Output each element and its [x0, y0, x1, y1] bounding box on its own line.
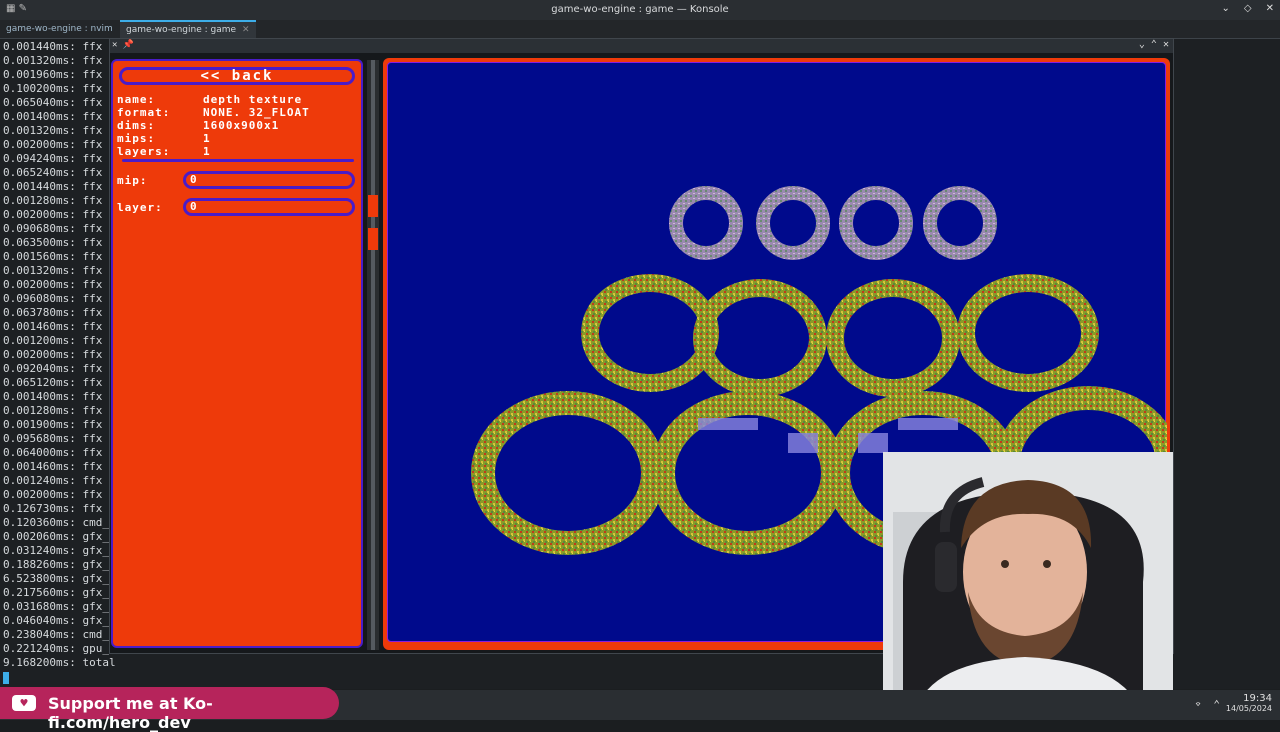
minimize-icon[interactable]: ⌄ — [1222, 3, 1230, 14]
expand-tray-icon[interactable]: ⌃ — [1213, 698, 1220, 711]
terminal-line: 0.002000ms: ffx — [3, 348, 103, 361]
terminal-line: 0.221240ms: gpu_ — [3, 642, 109, 655]
terminal-line: 9.168200ms: total — [3, 656, 116, 669]
terminal-line: 0.065240ms: ffx — [3, 166, 103, 179]
terminal-line: 0.095680ms: ffx — [3, 432, 103, 445]
clock[interactable]: 19:34 14/05/2024 — [1226, 694, 1272, 714]
terminal-line: 0.001900ms: ffx — [3, 418, 103, 431]
terminal-cursor — [3, 672, 9, 684]
clock-time: 19:34 — [1243, 693, 1272, 704]
panel-splitter[interactable] — [367, 60, 379, 650]
system-tray-icons: ⌔ ⌃ — [1195, 698, 1220, 711]
terminal-line: 0.063500ms: ffx — [3, 236, 103, 249]
terminal-line: 0.065120ms: ffx — [3, 376, 103, 389]
layer-input[interactable]: 0 — [183, 198, 355, 216]
info-name: name: depth texture — [117, 93, 303, 106]
terminal-line: 0.002000ms: ffx — [3, 488, 103, 501]
info-layers: layers: 1 — [117, 145, 211, 158]
terminal-line: 0.065040ms: ffx — [3, 96, 103, 109]
terminal-line: 0.001240ms: ffx — [3, 474, 103, 487]
terminal-line: 0.001440ms: ffx — [3, 40, 103, 53]
splitter-marker — [368, 195, 378, 217]
terminal-line: 0.031680ms: gfx_ — [3, 600, 109, 613]
mip-label: mip: — [117, 174, 148, 187]
terminal-line: 0.094240ms: ffx — [3, 152, 103, 165]
texture-debug-panel: << back name: depth texture format: NONE. … — [111, 59, 363, 648]
terminal-line: 0.002000ms: ffx — [3, 208, 103, 221]
konsole-titlebar: ▦ ✎ game-wo-engine : game — Konsole ⌄ ◇ … — [0, 0, 1280, 20]
terminal-line: 0.001960ms: ffx — [3, 68, 103, 81]
close-icon[interactable]: ✕ — [1266, 3, 1274, 14]
terminal-line: 0.217560ms: gfx_ — [3, 586, 109, 599]
terminal-line: 0.001560ms: ffx — [3, 250, 103, 263]
close-tab-icon[interactable]: ✕ — [242, 25, 250, 35]
back-button[interactable]: << back — [119, 67, 355, 85]
game-window-controls[interactable]: ⌄ ⌃ ✕ — [1139, 39, 1169, 50]
terminal-line: 0.002000ms: ffx — [3, 138, 103, 151]
tab-game[interactable]: game-wo-engine : game ✕ — [120, 20, 256, 38]
webcam-overlay — [883, 452, 1173, 720]
close-pin-icons[interactable]: ✕ 📌 — [112, 40, 134, 50]
terminal-line: 0.001320ms: ffx — [3, 54, 103, 67]
info-dims: dims: 1600x900x1 — [117, 119, 280, 132]
terminal-line: 0.001460ms: ffx — [3, 460, 103, 473]
terminal-line: 0.064000ms: ffx — [3, 446, 103, 459]
heart-icon: ♥ — [12, 695, 36, 711]
terminal-line: 0.092040ms: ffx — [3, 362, 103, 375]
kofi-banner: ♥ Support me at Ko-fi.com/hero_dev — [0, 687, 339, 732]
splitter-marker — [368, 228, 378, 250]
window-controls: ⌄ ◇ ✕ — [1222, 3, 1274, 14]
game-window-titlebar: ✕ 📌 ⌄ ⌃ ✕ — [110, 39, 1173, 53]
tab-label: game-wo-engine : nvim — [6, 24, 113, 34]
terminal-line: 0.001400ms: ffx — [3, 390, 103, 403]
terminal-line: 0.188260ms: gfx_ — [3, 558, 109, 571]
network-icon[interactable]: ⌔ — [1195, 698, 1202, 711]
tab-bar: game-wo-engine : nvim✕ game-wo-engine : … — [0, 20, 1280, 39]
terminal-line: 0.001320ms: ffx — [3, 264, 103, 277]
terminal-line: 0.126730ms: ffx — [3, 502, 103, 515]
terminal-line: 0.001280ms: ffx — [3, 404, 103, 417]
terminal-line: 0.063780ms: ffx — [3, 306, 103, 319]
clock-date: 14/05/2024 — [1225, 704, 1272, 713]
terminal-line: 0.001280ms: ffx — [3, 194, 103, 207]
terminal-line: 0.238040ms: cmd_ — [3, 628, 109, 641]
terminal-line: 0.001400ms: ffx — [3, 110, 103, 123]
terminal-line: 0.002000ms: ffx — [3, 278, 103, 291]
terminal-line: 0.002060ms: gfx_ — [3, 530, 109, 543]
mip-input[interactable]: 0 — [183, 171, 355, 189]
terminal-line: 0.090680ms: ffx — [3, 222, 103, 235]
info-format: format: NONE. 32_FLOAT — [117, 106, 310, 119]
terminal-line: 0.001460ms: ffx — [3, 320, 103, 333]
terminal-line: 0.100200ms: ffx — [3, 82, 103, 95]
terminal-line: 0.001440ms: ffx — [3, 180, 103, 193]
panel-divider — [122, 159, 354, 162]
terminal-lines: 0.001440ms: ffx 0.001320ms: ffx 0.001960ms… — [3, 40, 116, 670]
layer-label: layer: — [117, 201, 163, 214]
tab-nvim[interactable]: game-wo-engine : nvim✕ — [0, 21, 132, 37]
maximize-icon[interactable]: ◇ — [1244, 3, 1252, 14]
terminal-line: 0.001320ms: ffx — [3, 124, 103, 137]
terminal-line: 0.001200ms: ffx — [3, 334, 103, 347]
splitter-thumb[interactable] — [371, 60, 375, 650]
kofi-text: Support me at Ko-fi.com/hero_dev — [48, 694, 213, 732]
terminal-line: 0.031240ms: gfx_ — [3, 544, 109, 557]
terminal-line: 6.523800ms: gfx_ — [3, 572, 109, 585]
window-title: game-wo-engine : game — Konsole — [551, 4, 729, 15]
terminal-line: 0.096080ms: ffx — [3, 292, 103, 305]
streamer-webcam-image — [883, 452, 1173, 720]
terminal-line: 0.046040ms: gfx_ — [3, 614, 109, 627]
info-mips: mips: 1 — [117, 132, 211, 145]
terminal-line: 0.120360ms: cmd_ — [3, 516, 109, 529]
tab-label: game-wo-engine : game — [126, 25, 237, 35]
